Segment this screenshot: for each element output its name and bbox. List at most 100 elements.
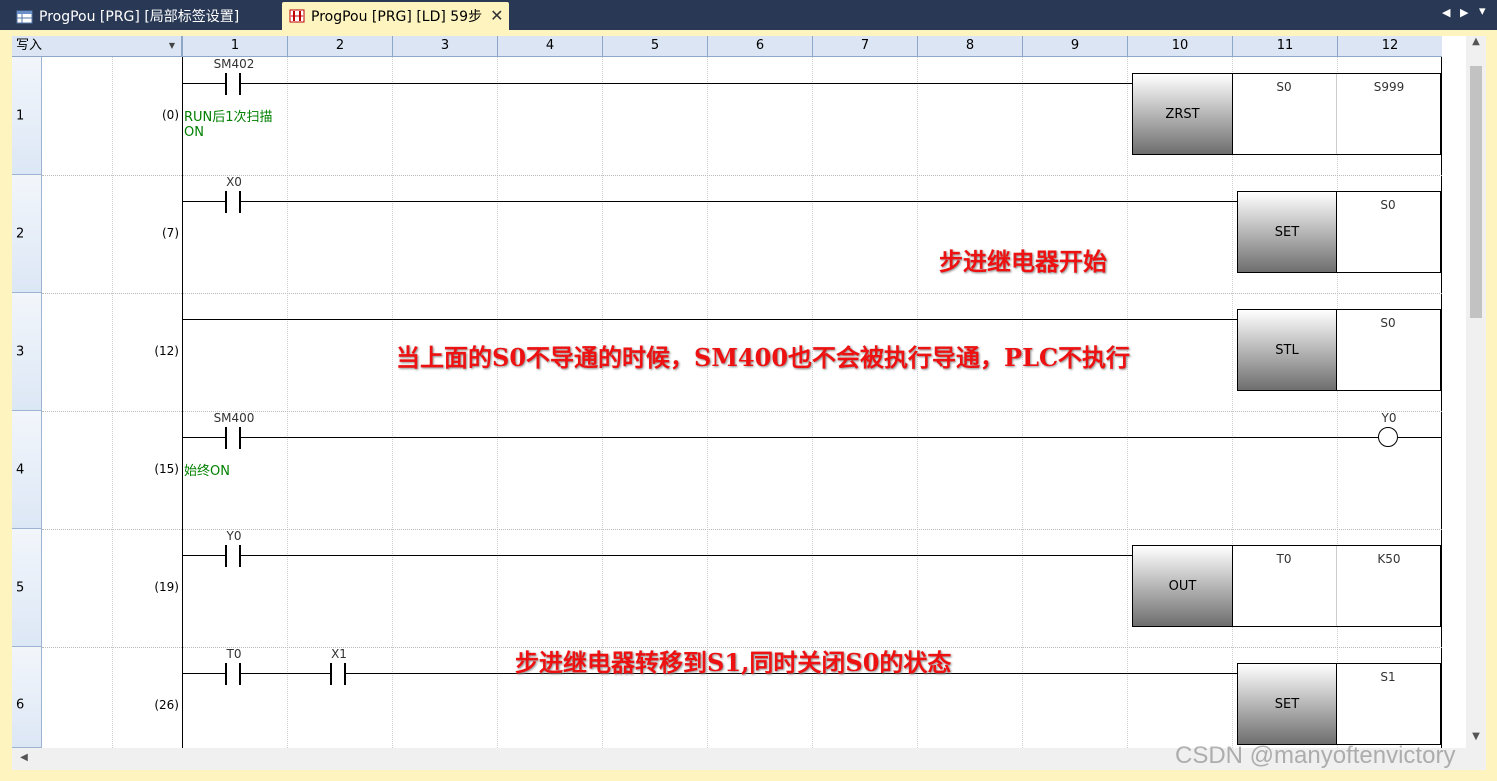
step-number: (7) bbox=[162, 226, 179, 240]
row-number: 1 bbox=[16, 108, 25, 123]
ladder-wire bbox=[182, 555, 1132, 556]
instruction-operand: K50 bbox=[1377, 552, 1401, 566]
right-rail bbox=[1441, 57, 1442, 748]
column-header-cell: 7 bbox=[812, 36, 917, 56]
row-divider bbox=[42, 293, 1442, 294]
instruction-operand: S0 bbox=[1276, 80, 1292, 94]
chevron-left-icon[interactable]: ◀ bbox=[14, 752, 34, 763]
operand-divider bbox=[1336, 546, 1337, 626]
grid-line bbox=[392, 57, 393, 748]
scrollbar-thumb[interactable] bbox=[1470, 66, 1482, 318]
grid-line bbox=[1337, 57, 1338, 748]
column-header-cell: 12 bbox=[1337, 36, 1442, 56]
device-comment: 始终ON bbox=[184, 464, 230, 479]
column-header-cell: 3 bbox=[392, 36, 497, 56]
grid-line bbox=[497, 57, 498, 748]
ladder-wire bbox=[182, 83, 1132, 84]
row-header[interactable]: 6 bbox=[12, 647, 42, 748]
contact-label: SM402 bbox=[213, 57, 255, 71]
mode-label: 写入 bbox=[16, 38, 43, 53]
step-number: (12) bbox=[154, 344, 179, 358]
row-header[interactable]: 5 bbox=[12, 529, 42, 647]
instruction-set[interactable]: SET S1 bbox=[1237, 663, 1441, 745]
close-icon[interactable]: ✕ bbox=[490, 8, 503, 24]
contact-y0[interactable] bbox=[225, 545, 241, 567]
column-header-cell: 11 bbox=[1232, 36, 1337, 56]
grid-line bbox=[112, 57, 113, 748]
instruction-stl[interactable]: STL S0 bbox=[1237, 309, 1441, 391]
scroll-tabs-right-icon[interactable]: ▶ bbox=[1460, 6, 1468, 19]
column-header-cell: 6 bbox=[707, 36, 812, 56]
grid-line bbox=[1022, 57, 1023, 748]
instruction-name: OUT bbox=[1133, 546, 1233, 626]
device-comment: RUN后1次扫描 ON bbox=[184, 110, 273, 140]
step-number: (0) bbox=[162, 108, 179, 122]
comment-line: RUN后1次扫描 bbox=[184, 110, 273, 125]
vertical-scrollbar[interactable]: ▲ ▼ bbox=[1466, 36, 1486, 748]
ladder-wire bbox=[182, 201, 1237, 202]
column-header-cell: 5 bbox=[602, 36, 707, 56]
scroll-tabs-left-icon[interactable]: ◀ bbox=[1442, 6, 1450, 19]
column-header-cell: 1 bbox=[182, 36, 287, 56]
chevron-down-icon[interactable]: ▼ bbox=[1466, 731, 1486, 742]
contact-x1[interactable] bbox=[330, 663, 346, 685]
instruction-operand: S1 bbox=[1380, 670, 1396, 684]
ladder-wire bbox=[182, 319, 1237, 320]
instruction-operand: S0 bbox=[1380, 316, 1396, 330]
column-header-cell: 2 bbox=[287, 36, 392, 56]
column-header-cell: 10 bbox=[1127, 36, 1232, 56]
chevron-down-icon: ▼ bbox=[168, 41, 175, 50]
tab-ladder-program[interactable]: ProgPou [PRG] [LD] 59步 ✕ bbox=[282, 2, 509, 30]
left-power-rail bbox=[182, 57, 183, 748]
row-number: 3 bbox=[16, 344, 25, 359]
ladder-wire bbox=[182, 437, 1378, 438]
contact-sm400[interactable] bbox=[225, 427, 241, 449]
row-number: 4 bbox=[16, 462, 25, 477]
row-header[interactable]: 2 bbox=[12, 175, 42, 293]
contact-t0[interactable] bbox=[225, 663, 241, 685]
contact-sm402[interactable] bbox=[225, 73, 241, 95]
step-number: (19) bbox=[154, 580, 179, 594]
step-number: (26) bbox=[154, 698, 179, 712]
watermark: CSDN @manyoftenvictory bbox=[1175, 742, 1456, 769]
instruction-name: SET bbox=[1238, 664, 1337, 744]
ladder-wire bbox=[1398, 437, 1442, 438]
coil-y0[interactable] bbox=[1378, 427, 1398, 447]
row-number: 5 bbox=[16, 580, 25, 595]
row-header[interactable]: 1 bbox=[12, 57, 42, 175]
column-header-cell: 8 bbox=[917, 36, 1022, 56]
instruction-out[interactable]: OUT T0 K50 bbox=[1132, 545, 1441, 627]
annotation-transfer-to-s1: 步进继电器转移到S1,同时关闭S0的状态 bbox=[515, 648, 952, 677]
column-header-cell: 9 bbox=[1022, 36, 1127, 56]
annotation-s0-not-conducting: 当上面的S0不导通的时候，SM400也不会被执行导通，PLC不执行 bbox=[396, 343, 1131, 372]
instruction-operand: S999 bbox=[1373, 80, 1405, 94]
comment-line: ON bbox=[184, 125, 204, 140]
instruction-operand: S0 bbox=[1380, 198, 1396, 212]
tab-local-label-settings[interactable]: ProgPou [PRG] [局部标签设置] bbox=[12, 2, 278, 30]
contact-label: X0 bbox=[226, 175, 242, 189]
grid-line bbox=[1232, 57, 1233, 748]
grid-line bbox=[1127, 57, 1128, 748]
row-header[interactable]: 4 bbox=[12, 411, 42, 529]
operand-divider bbox=[1336, 74, 1337, 154]
contact-label: Y0 bbox=[226, 529, 242, 543]
row-header[interactable]: 3 bbox=[12, 293, 42, 411]
table-icon bbox=[16, 8, 34, 24]
contact-label: SM400 bbox=[213, 411, 255, 425]
mode-selector[interactable]: 写入 ▼ bbox=[12, 36, 182, 56]
contact-x0[interactable] bbox=[225, 191, 241, 213]
instruction-zrst[interactable]: ZRST S0 S999 bbox=[1132, 73, 1441, 155]
step-number: (15) bbox=[154, 462, 179, 476]
instruction-set[interactable]: SET S0 bbox=[1237, 191, 1441, 273]
chevron-up-icon[interactable]: ▲ bbox=[1466, 36, 1486, 47]
tab-list-dropdown-icon[interactable]: ▾ bbox=[1479, 4, 1486, 19]
tab-label: ProgPou [PRG] [局部标签设置] bbox=[39, 9, 240, 25]
coil-label: Y0 bbox=[1381, 411, 1397, 425]
instruction-operand: T0 bbox=[1276, 552, 1292, 566]
ladder-icon bbox=[288, 8, 306, 24]
contact-label: T0 bbox=[226, 647, 242, 661]
ladder-editor[interactable]: 写入 ▼ 1 2 3 4 5 6 7 8 9 10 11 12 1 2 3 4 … bbox=[12, 36, 1466, 748]
row-number: 6 bbox=[16, 697, 25, 713]
contact-label: X1 bbox=[331, 647, 347, 661]
column-header: 写入 ▼ 1 2 3 4 5 6 7 8 9 10 11 12 bbox=[12, 36, 1442, 57]
